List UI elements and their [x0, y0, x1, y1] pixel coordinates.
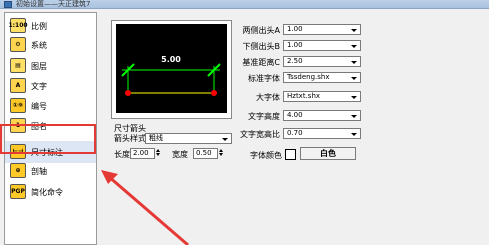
annotation-arrow	[101, 170, 189, 245]
annotation-arrow-shaft	[107, 174, 189, 245]
